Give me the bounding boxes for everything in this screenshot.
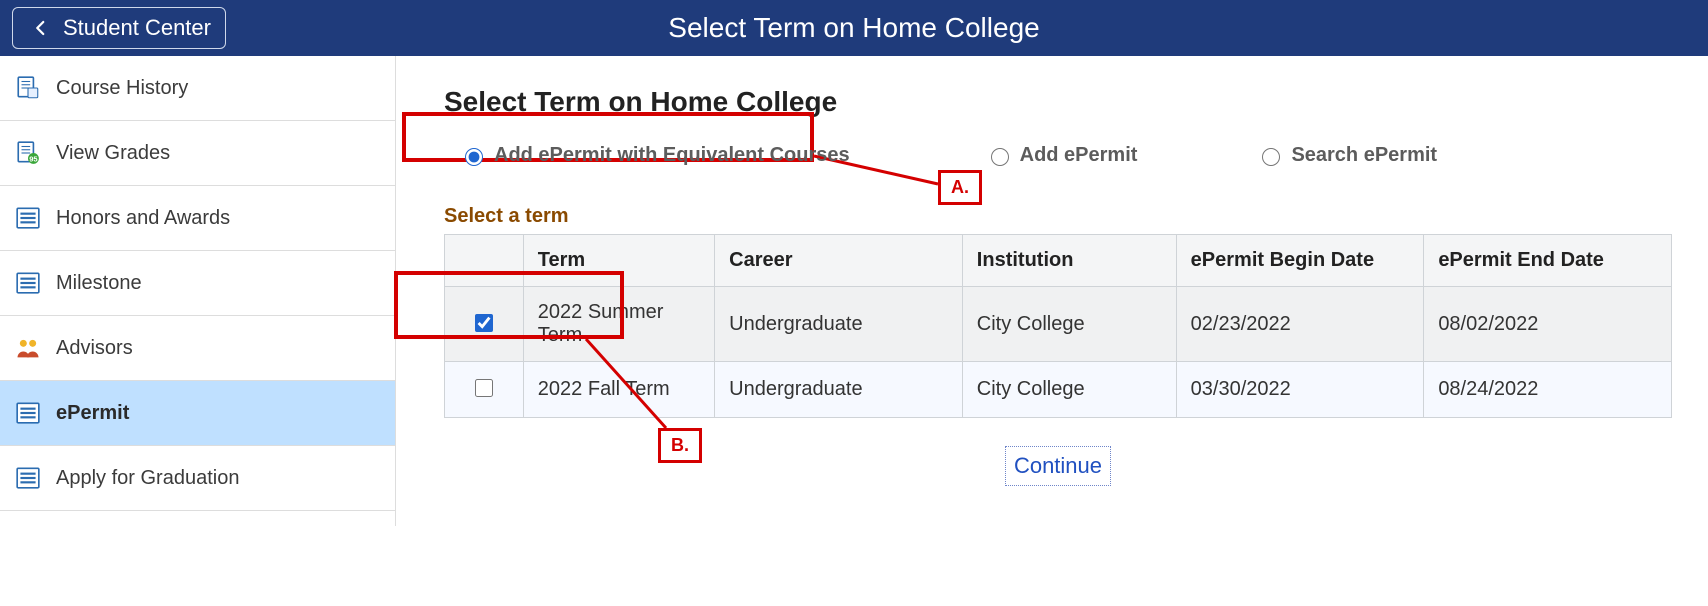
col-term-header: Term xyxy=(523,235,714,287)
back-button[interactable]: Student Center xyxy=(12,7,226,49)
row-checkbox[interactable] xyxy=(475,314,493,332)
sidebar: Course History 95 View Grades Honors and… xyxy=(0,56,396,526)
section-title: Select a term xyxy=(444,205,1672,228)
cell-begin: 03/30/2022 xyxy=(1176,362,1424,418)
table-row: 2022 Summer Term Undergraduate City Coll… xyxy=(445,287,1672,362)
sidebar-item-label: Milestone xyxy=(56,272,142,295)
doc-list-icon xyxy=(14,74,42,102)
radio-add-equiv[interactable]: Add ePermit with Equivalent Courses xyxy=(444,134,866,177)
sidebar-item-label: Advisors xyxy=(56,337,133,360)
sidebar-item-label: Course History xyxy=(56,77,188,100)
radio-add-input[interactable] xyxy=(991,148,1009,166)
cell-end: 08/24/2022 xyxy=(1424,362,1672,418)
continue-button[interactable]: Continue xyxy=(1005,446,1111,486)
table-row: 2022 Fall Term Undergraduate City Colleg… xyxy=(445,362,1672,418)
cell-career: Undergraduate xyxy=(715,362,963,418)
sidebar-item-course-history[interactable]: Course History xyxy=(0,56,395,121)
doc-grade-icon: 95 xyxy=(14,139,42,167)
radio-search-input[interactable] xyxy=(1262,148,1280,166)
chevron-left-icon xyxy=(27,14,55,42)
sidebar-item-label: Honors and Awards xyxy=(56,207,230,230)
main-content: Select Term on Home College Add ePermit … xyxy=(396,56,1708,526)
sidebar-item-milestone[interactable]: Milestone xyxy=(0,251,395,316)
sidebar-item-view-grades[interactable]: 95 View Grades xyxy=(0,121,395,186)
col-institution-header: Institution xyxy=(962,235,1176,287)
radio-add[interactable]: Add ePermit xyxy=(986,144,1138,167)
sidebar-item-advisors[interactable]: Advisors xyxy=(0,316,395,381)
col-career-header: Career xyxy=(715,235,963,287)
sidebar-item-honors-awards[interactable]: Honors and Awards xyxy=(0,186,395,251)
lines-icon xyxy=(14,269,42,297)
table-header-row: Term Career Institution ePermit Begin Da… xyxy=(445,235,1672,287)
cell-career: Undergraduate xyxy=(715,287,963,362)
lines-icon xyxy=(14,464,42,492)
cell-term: 2022 Fall Term xyxy=(523,362,714,418)
radio-row: Add ePermit with Equivalent Courses Add … xyxy=(444,124,1672,199)
cell-end: 08/02/2022 xyxy=(1424,287,1672,362)
cell-institution: City College xyxy=(962,287,1176,362)
sidebar-item-label: Apply for Graduation xyxy=(56,467,239,490)
lines-icon xyxy=(14,204,42,232)
cell-begin: 02/23/2022 xyxy=(1176,287,1424,362)
col-begin-header: ePermit Begin Date xyxy=(1176,235,1424,287)
header-bar: Student Center Select Term on Home Colle… xyxy=(0,0,1708,56)
page-header-title: Select Term on Home College xyxy=(668,12,1039,44)
radio-label: Add ePermit xyxy=(1020,144,1138,167)
sidebar-item-label: View Grades xyxy=(56,142,170,165)
sidebar-item-label: ePermit xyxy=(56,402,129,425)
radio-add-equiv-input[interactable] xyxy=(465,148,483,166)
sidebar-item-apply-graduation[interactable]: Apply for Graduation xyxy=(0,446,395,511)
cell-term: 2022 Summer Term xyxy=(523,287,714,362)
radio-label: Add ePermit with Equivalent Courses xyxy=(494,144,850,167)
people-icon xyxy=(14,334,42,362)
back-label: Student Center xyxy=(63,15,211,41)
radio-label: Search ePermit xyxy=(1291,144,1437,167)
row-checkbox[interactable] xyxy=(475,379,493,397)
lines-icon xyxy=(14,399,42,427)
sidebar-item-epermit[interactable]: ePermit xyxy=(0,381,395,446)
cell-institution: City College xyxy=(962,362,1176,418)
term-table: Term Career Institution ePermit Begin Da… xyxy=(444,234,1672,418)
svg-text:95: 95 xyxy=(29,155,37,164)
radio-search[interactable]: Search ePermit xyxy=(1257,144,1437,167)
page-title: Select Term on Home College xyxy=(444,86,1672,118)
col-end-header: ePermit End Date xyxy=(1424,235,1672,287)
col-check-header xyxy=(445,235,524,287)
